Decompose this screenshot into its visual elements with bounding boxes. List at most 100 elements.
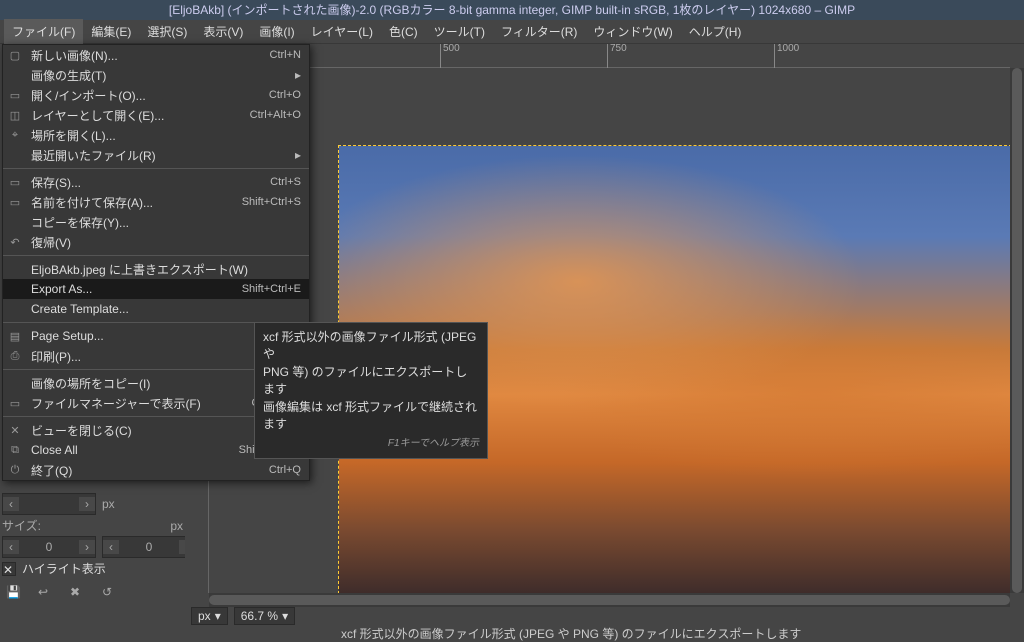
scrollbar-horizontal[interactable] bbox=[209, 593, 1010, 607]
highlight-checkbox[interactable]: ✕ ハイライト表示 bbox=[2, 560, 183, 577]
menu-item[interactable]: 最近開いたファイル(R)▸ bbox=[3, 145, 309, 165]
menu-edit[interactable]: 編集(E) bbox=[83, 19, 139, 44]
window-titlebar: [EljoBAkb] (インポートされた画像)-2.0 (RGBカラー 8-bi… bbox=[0, 0, 1024, 20]
scrollbar-vertical[interactable] bbox=[1010, 68, 1024, 593]
highlight-label: ハイライト表示 bbox=[22, 560, 106, 577]
statusbar: px▾ 66.7 %▾ bbox=[185, 607, 1024, 625]
tooltip-line: PNG 等) のファイルにエクスポートします bbox=[263, 364, 479, 399]
ruler-horizontal[interactable]: 250 500 750 1000 bbox=[209, 44, 1010, 68]
menu-colors[interactable]: 色(C) bbox=[381, 19, 426, 44]
menu-windows[interactable]: ウィンドウ(W) bbox=[585, 19, 680, 44]
unit-selector[interactable]: px▾ bbox=[191, 607, 228, 625]
menu-item[interactable]: ▭保存(S)...Ctrl+S bbox=[3, 172, 309, 192]
spin-row-1: ‹ › px bbox=[2, 493, 183, 515]
menu-item-shortcut: Shift+Ctrl+S bbox=[242, 196, 301, 208]
menu-item-icon: ↶ bbox=[7, 234, 23, 250]
menu-item-shortcut: Shift+Ctrl+E bbox=[242, 283, 301, 295]
spin-height[interactable]: ‹0› bbox=[102, 536, 196, 558]
unit-label-2: px bbox=[170, 519, 183, 533]
menu-item-shortcut: Ctrl+O bbox=[269, 89, 301, 101]
size-label-row: サイズ: px bbox=[2, 517, 183, 534]
spin-width[interactable]: ‹0› bbox=[2, 536, 96, 558]
status-text: xcf 形式以外の画像ファイル形式 (JPEG や PNG 等) のファイルにエ… bbox=[341, 625, 801, 642]
menu-layer[interactable]: レイヤー(L) bbox=[303, 19, 381, 44]
tooltip-line: 画像編集は xcf 形式ファイルで継続されます bbox=[263, 399, 479, 434]
menu-item-icon: ▭ bbox=[7, 87, 23, 103]
menu-item-icon: ▭ bbox=[7, 395, 23, 411]
menu-item-label: EljoBAkb.jpeg に上書きエクスポート(W) bbox=[31, 261, 301, 278]
menu-item-icon bbox=[7, 301, 23, 317]
menu-item-icon: ⌖ bbox=[7, 127, 23, 143]
reset-preset-icon[interactable]: ↺ bbox=[102, 585, 116, 599]
scrollbar-thumb[interactable] bbox=[1012, 68, 1022, 593]
tooltip-line: xcf 形式以外の画像ファイル形式 (JPEG や bbox=[263, 329, 479, 364]
menu-item-label: 開く/インポート(O)... bbox=[31, 87, 261, 104]
menu-item-label: ビューを閉じる(C) bbox=[31, 422, 259, 439]
zoom-field[interactable]: 66.7 %▾ bbox=[234, 607, 295, 625]
menu-item[interactable]: Export As...Shift+Ctrl+E bbox=[3, 279, 309, 299]
menu-item-label: 終了(Q) bbox=[31, 462, 261, 479]
menu-item-label: Create Template... bbox=[31, 302, 301, 316]
menu-item[interactable]: EljoBAkb.jpeg に上書きエクスポート(W) bbox=[3, 259, 309, 279]
menu-item-label: ファイルマネージャーで表示(F) bbox=[31, 395, 243, 412]
menu-select[interactable]: 選択(S) bbox=[139, 19, 195, 44]
menu-item-label: Close All bbox=[31, 443, 231, 457]
save-preset-icon[interactable]: 💾 bbox=[6, 585, 20, 599]
menu-item[interactable]: ▭ 名前を付けて保存(A)... Shift+Ctrl+S bbox=[3, 192, 309, 212]
ruler-tick: 750 bbox=[607, 44, 627, 68]
menubar: ファイル(F) 編集(E) 選択(S) 表示(V) 画像(I) レイヤー(L) … bbox=[0, 20, 1024, 44]
tooltip-hint: F1キーでヘルプ表示 bbox=[263, 437, 479, 452]
menu-filters[interactable]: フィルター(R) bbox=[493, 19, 585, 44]
statusbar-message: xcf 形式以外の画像ファイル形式 (JPEG や PNG 等) のファイルにエ… bbox=[185, 625, 1024, 641]
menu-item-icon: ▭ bbox=[7, 194, 23, 210]
menu-item[interactable]: ⌖ 場所を開く(L)... bbox=[3, 125, 309, 145]
menu-item-shortcut: Ctrl+Alt+O bbox=[250, 109, 301, 121]
menu-item-icon: ✕ bbox=[7, 422, 23, 438]
menu-item[interactable]: ↶ 復帰(V) bbox=[3, 232, 309, 252]
menu-item-label: コピーを保存(Y)... bbox=[31, 214, 301, 231]
menu-image[interactable]: 画像(I) bbox=[251, 19, 302, 44]
menu-tools[interactable]: ツール(T) bbox=[426, 19, 493, 44]
menu-view[interactable]: 表示(V) bbox=[195, 19, 251, 44]
menu-item-shortcut: Ctrl+N bbox=[270, 49, 301, 61]
delete-preset-icon[interactable]: ✖ bbox=[70, 585, 84, 599]
menu-item-icon: ⏻ bbox=[7, 462, 23, 478]
submenu-arrow-icon: ▸ bbox=[295, 148, 301, 162]
menu-item-label: 復帰(V) bbox=[31, 234, 301, 251]
menu-item-label: 新しい画像(N)... bbox=[31, 47, 262, 64]
menu-item-icon bbox=[7, 281, 23, 297]
checkbox-icon: ✕ bbox=[2, 562, 16, 576]
scrollbar-thumb[interactable] bbox=[209, 595, 1010, 605]
menu-item[interactable]: ⏻ 終了(Q) Ctrl+Q bbox=[3, 460, 309, 480]
menu-item-label: 保存(S)... bbox=[31, 174, 262, 191]
spin-1[interactable]: ‹ › bbox=[2, 493, 96, 515]
menu-item-icon bbox=[7, 147, 23, 163]
menu-item-icon: ▤ bbox=[7, 328, 23, 344]
panel-toolbar: 💾 ↩ ✖ ↺ bbox=[2, 579, 183, 605]
menu-item-icon bbox=[7, 214, 23, 230]
restore-preset-icon[interactable]: ↩ bbox=[38, 585, 52, 599]
size-label: サイズ: bbox=[2, 517, 41, 534]
menu-item-label: 場所を開く(L)... bbox=[31, 127, 301, 144]
menu-item[interactable]: ▭ 開く/インポート(O)... Ctrl+O bbox=[3, 85, 309, 105]
menu-item-icon: ⧉ bbox=[7, 442, 23, 458]
menu-item[interactable]: Create Template... bbox=[3, 299, 309, 319]
menu-item[interactable]: ▢ 新しい画像(N)... Ctrl+N bbox=[3, 45, 309, 65]
menu-item-icon: ◫ bbox=[7, 107, 23, 123]
menu-item-icon bbox=[7, 375, 23, 391]
ruler-tick: 500 bbox=[440, 44, 460, 68]
menu-item-icon bbox=[7, 67, 23, 83]
menu-item[interactable]: コピーを保存(Y)... bbox=[3, 212, 309, 232]
chevron-down-icon: ▾ bbox=[282, 609, 288, 623]
menu-item-shortcut: Ctrl+Q bbox=[269, 464, 301, 476]
menu-file[interactable]: ファイル(F) bbox=[4, 19, 83, 44]
menu-item-label: レイヤーとして開く(E)... bbox=[31, 107, 242, 124]
menu-item-label: 画像の生成(T) bbox=[31, 67, 287, 84]
menu-item-icon: ▢ bbox=[7, 47, 23, 63]
menu-item[interactable]: 画像の生成(T) ▸ bbox=[3, 65, 309, 85]
menu-item[interactable]: ◫ レイヤーとして開く(E)... Ctrl+Alt+O bbox=[3, 105, 309, 125]
menu-item-label: 名前を付けて保存(A)... bbox=[31, 194, 234, 211]
submenu-arrow-icon: ▸ bbox=[295, 68, 301, 82]
menu-help[interactable]: ヘルプ(H) bbox=[681, 19, 750, 44]
menu-tooltip: xcf 形式以外の画像ファイル形式 (JPEG や PNG 等) のファイルにエ… bbox=[254, 322, 488, 459]
